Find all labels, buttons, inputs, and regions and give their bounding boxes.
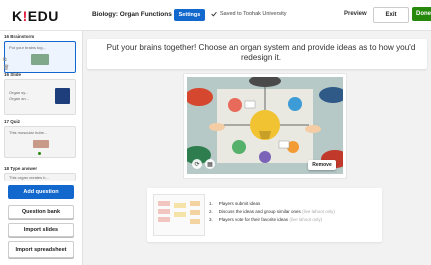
import-spreadsheet-button[interactable]: Import spreadsheet xyxy=(8,241,74,258)
app-window: K!EDU Biology: Organ Functions (Basic) S… xyxy=(0,0,431,265)
steps-list: 1. Players submit ideas 2. Discuss the i… xyxy=(209,200,335,224)
slide-label: 16 Slide xyxy=(4,72,22,77)
sidebar: 16 Brainstorm Put your brains tog... ⧉ 🗑… xyxy=(0,31,83,265)
slide-thumb-text: Put your brains tog... xyxy=(9,45,46,50)
add-question-button[interactable]: Add question xyxy=(8,185,74,199)
check-icon xyxy=(211,11,217,17)
slide-thumb-text: Organ sy... xyxy=(9,90,29,95)
step-note: (live lahoot only) xyxy=(302,209,335,214)
slide-thumb-image xyxy=(33,140,49,148)
slide-item-quiz[interactable]: 17 Quiz This muscular hube... xyxy=(4,119,78,158)
sticky-notes-illustration xyxy=(158,201,200,224)
saved-status: Saved to Toohak University xyxy=(211,11,287,17)
trash-icon[interactable]: 🗑 xyxy=(3,66,9,71)
slide-thumb-image xyxy=(55,88,70,104)
step-number: 1. xyxy=(209,201,213,206)
slide-thumb-text: This muscular hube... xyxy=(9,130,48,135)
question-text[interactable]: Put your brains together! Choose an orga… xyxy=(95,43,427,63)
question-bank-button[interactable]: Question bank xyxy=(8,205,74,219)
slide-thumb-text: This organ creates b... xyxy=(9,175,49,180)
step-text: Discuss the ideas and group similar ones xyxy=(218,209,301,214)
slide-item-slide[interactable]: 16 Slide Organ sy... Organ an... xyxy=(4,72,78,115)
duplicate-icon[interactable]: ⧉ xyxy=(3,58,8,63)
slide-label: 16 Brainstorm xyxy=(4,34,35,39)
step-note: (live lahoot only) xyxy=(289,217,323,222)
settings-button[interactable]: Settings xyxy=(174,9,205,21)
slide-thumb-image xyxy=(31,54,49,65)
slide-item-type-answer[interactable]: 18 Type answer This organ creates b... xyxy=(4,166,78,181)
slide-label: 18 Type answer xyxy=(4,166,38,171)
media-container[interactable]: ⟳ ▦ Remove xyxy=(183,73,347,179)
slide-thumbnail[interactable]: Organ sy... Organ an... xyxy=(4,79,76,115)
step-text: Players vote for their favorite ideas xyxy=(218,217,289,222)
brainstorm-preview-image xyxy=(153,194,205,236)
slide-thumbnail[interactable]: Put your brains tog... xyxy=(4,41,76,73)
slide-item-brainstorm[interactable]: 16 Brainstorm Put your brains tog... ⧉ 🗑 xyxy=(3,34,78,73)
slide-thumb-text: Organ an... xyxy=(9,96,30,101)
image-settings-icon[interactable]: ▦ xyxy=(205,159,215,169)
list-item: 2. Discuss the ideas and group similar o… xyxy=(209,208,335,216)
edit-media-icon[interactable]: ⟳ xyxy=(192,159,202,169)
list-item: 1. Players submit ideas xyxy=(209,200,335,208)
slide-label: 17 Quiz xyxy=(4,119,21,124)
logo[interactable]: K!EDU xyxy=(12,8,59,24)
editor-canvas: Put your brains together! Choose an orga… xyxy=(83,31,431,265)
import-slides-button[interactable]: Import slides xyxy=(8,223,74,237)
brainstorm-info-panel: 1. Players submit ideas 2. Discuss the i… xyxy=(147,188,382,242)
slide-thumbnail[interactable]: This muscular hube... xyxy=(4,126,76,158)
remove-image-button[interactable]: Remove xyxy=(308,160,336,170)
slide-thumbnail[interactable]: This organ creates b... xyxy=(4,173,76,181)
step-text: Players submit ideas xyxy=(218,201,261,206)
step-number: 3. xyxy=(209,217,213,222)
question-box[interactable]: Put your brains together! Choose an orga… xyxy=(87,39,427,69)
list-item: 3. Players vote for their favorite ideas… xyxy=(209,216,335,224)
preview-button[interactable]: Preview xyxy=(344,11,367,17)
step-number: 2. xyxy=(209,209,213,214)
done-button[interactable]: Done xyxy=(412,7,431,21)
saved-text: Saved to Toohak University xyxy=(220,11,287,17)
top-bar: K!EDU Biology: Organ Functions (Basic) S… xyxy=(0,0,431,31)
answer-dot-icon xyxy=(38,152,41,155)
exit-button[interactable]: Exit xyxy=(373,7,409,23)
